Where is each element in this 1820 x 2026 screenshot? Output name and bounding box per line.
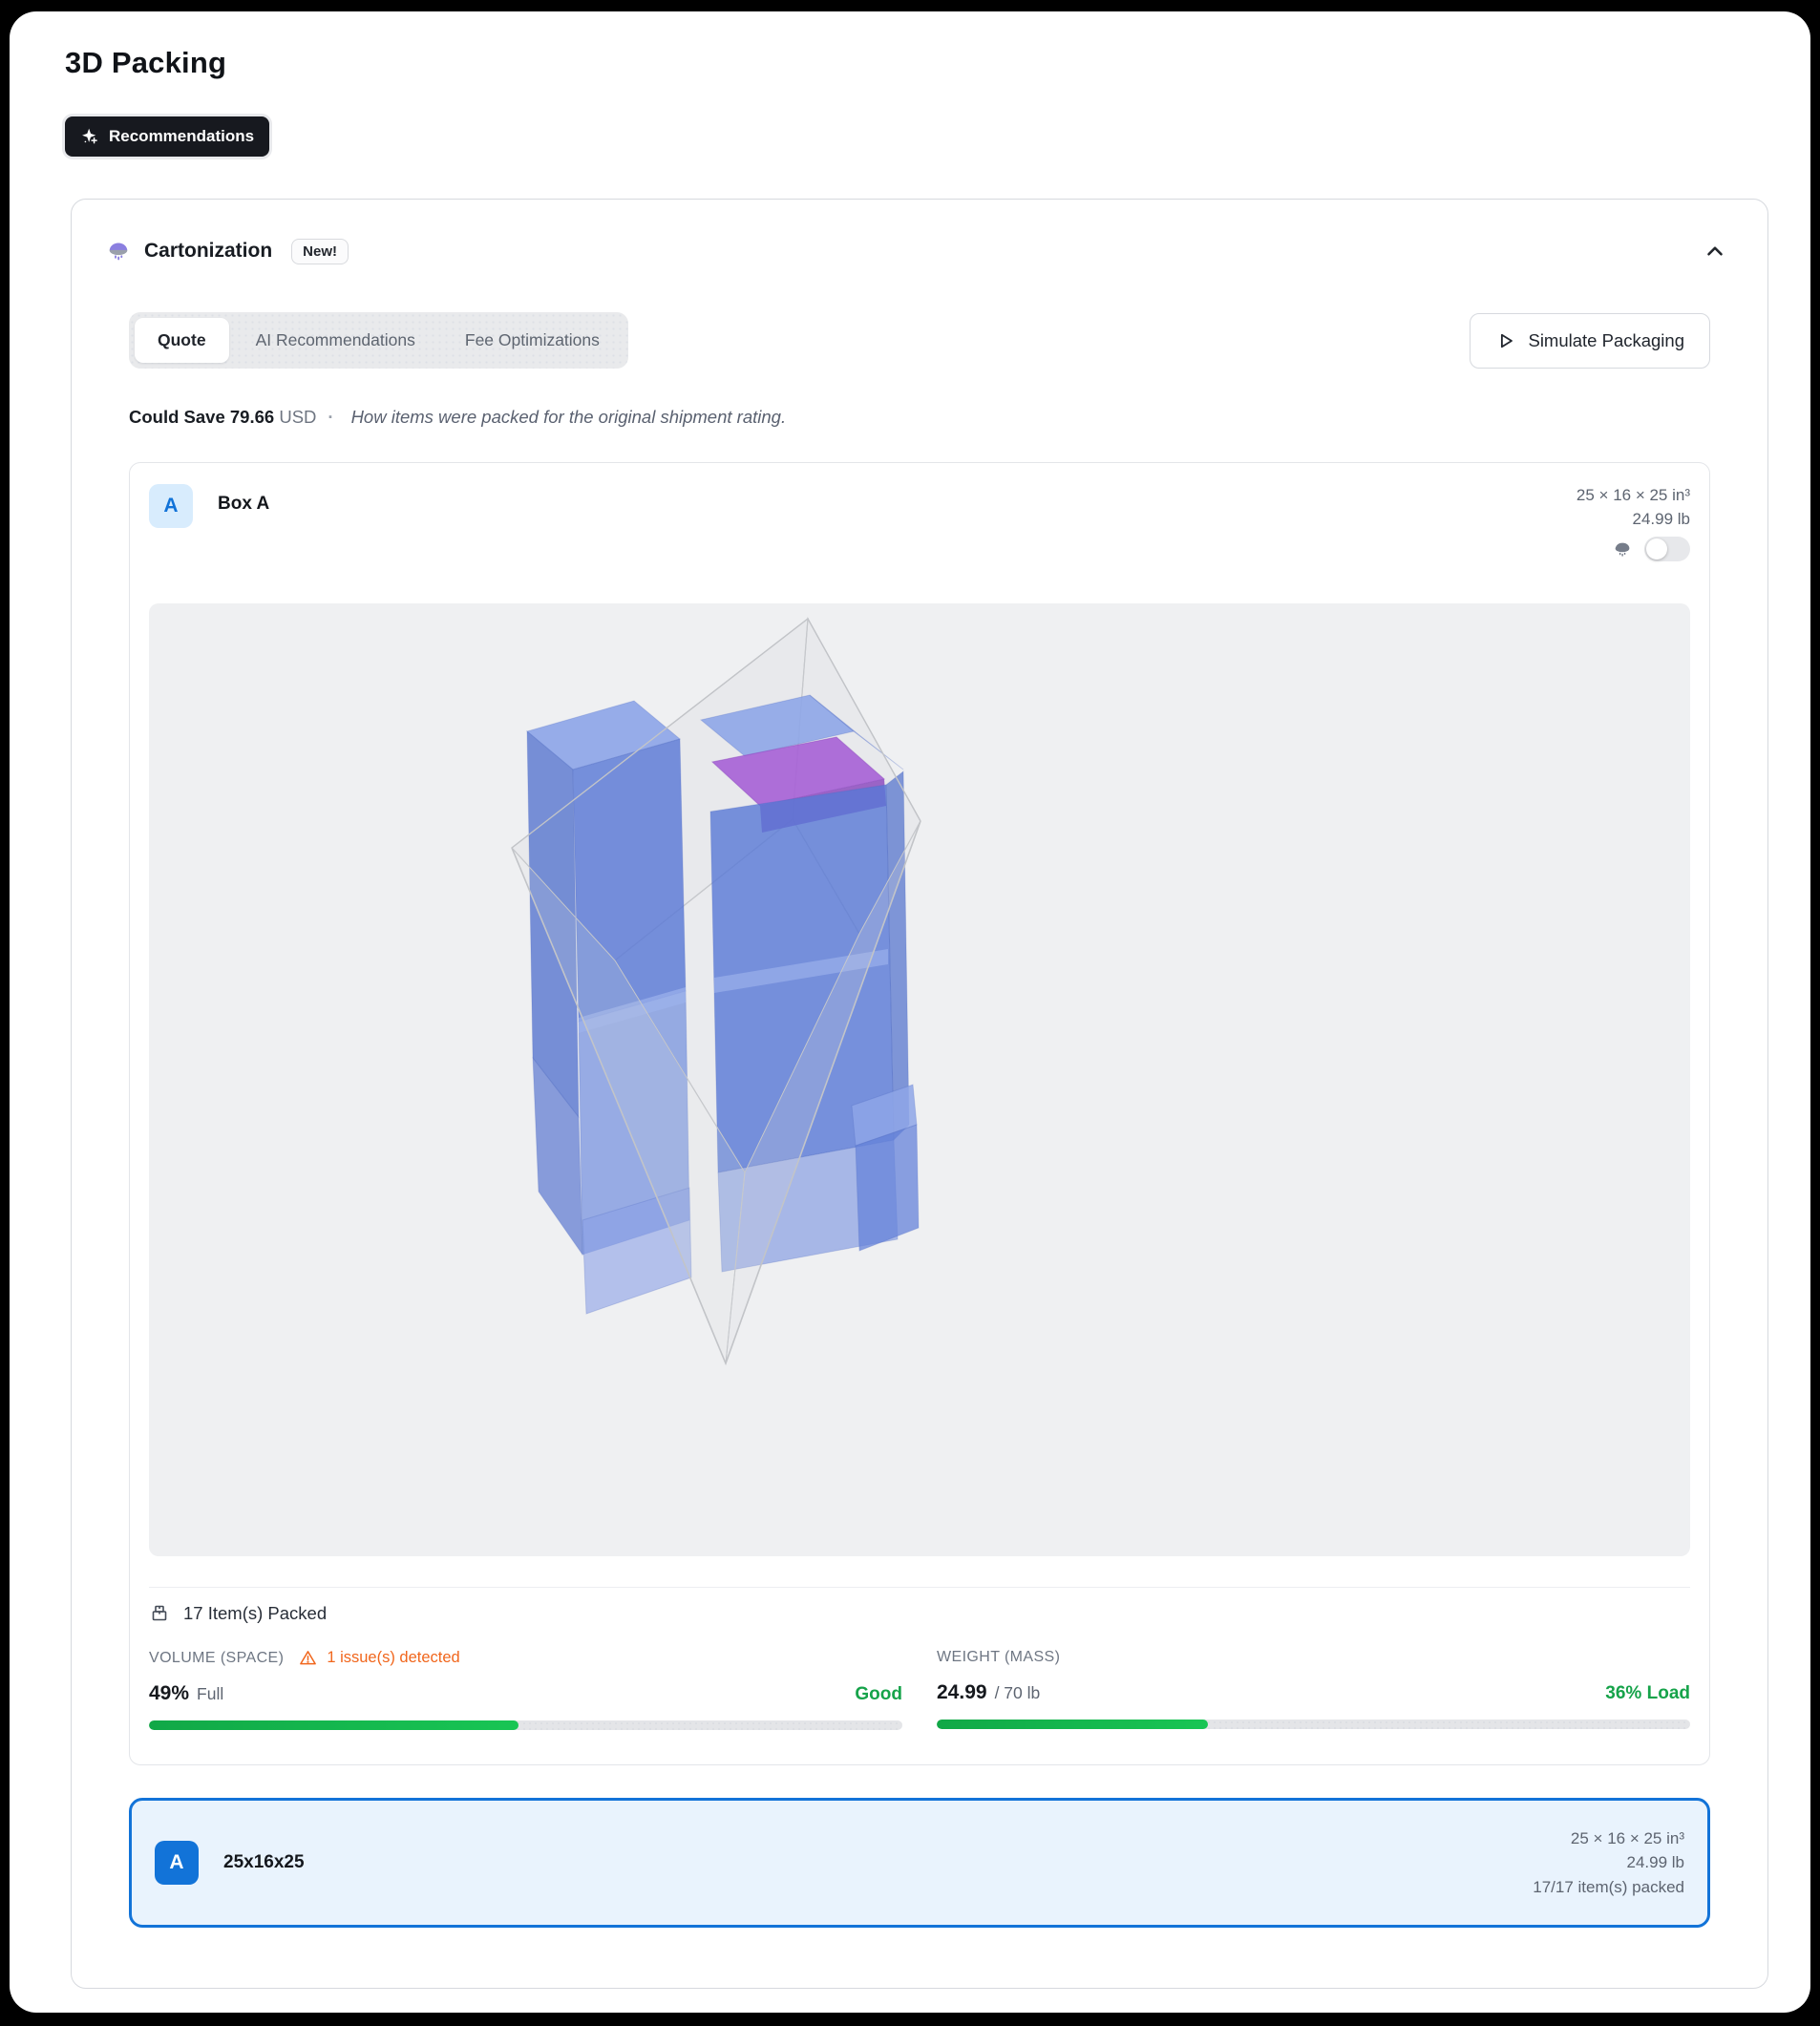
selected-box-name: 25x16x25: [223, 1852, 305, 1873]
chevron-up-icon: [1703, 239, 1727, 264]
screen: { "page": { "title": "3D Packing" }, "to…: [0, 0, 1820, 2026]
volume-progress-track: [149, 1720, 902, 1730]
toggle-knob: [1646, 538, 1667, 559]
page-title: 3D Packing: [65, 46, 226, 80]
footer-divider: [149, 1587, 1690, 1588]
selected-box-weight: 24.99 lb: [1533, 1850, 1684, 1875]
selected-box-packed: 17/17 item(s) packed: [1533, 1875, 1684, 1900]
box-a-toggle-row: [1577, 537, 1690, 561]
box-a-dimensions: 25 × 16 × 25 in³: [1577, 484, 1690, 508]
simulate-packaging-button[interactable]: Simulate Packaging: [1470, 313, 1710, 369]
cloud-rain-icon: [106, 239, 131, 264]
sparkles-icon: [80, 127, 99, 146]
stats-grid: VOLUME (SPACE) 1 issue(s) detected: [149, 1649, 1690, 1730]
warning-triangle-icon: [299, 1649, 317, 1667]
card-body: Quote AI Recommendations Fee Optimizatio…: [129, 312, 1710, 1928]
box-a-weight: 24.99 lb: [1577, 508, 1690, 532]
play-icon: [1495, 330, 1516, 351]
savings-amount: 79.66: [230, 407, 274, 427]
items-packed-label: 17 Item(s) Packed: [183, 1603, 327, 1624]
weight-load: 36% Load: [1605, 1683, 1690, 1704]
box-a-meta: 25 × 16 × 25 in³ 24.99 lb: [1577, 484, 1690, 561]
package-icon: [149, 1603, 170, 1624]
page-panel: 3D Packing Recommendations Cartoniz: [10, 11, 1810, 2013]
savings-row: Could Save 79.66 USD · How items were pa…: [129, 407, 1710, 428]
selected-box-meta: 25 × 16 × 25 in³ 24.99 lb 17/17 item(s) …: [1533, 1826, 1684, 1900]
recommendations-button[interactable]: Recommendations: [65, 116, 269, 157]
cloud-rain-icon: [1612, 538, 1633, 559]
packing-3d-viewport[interactable]: [149, 603, 1690, 1556]
packing-3d-scene: [472, 609, 940, 1382]
volume-label: VOLUME (SPACE): [149, 1650, 284, 1667]
card-title: Cartonization: [144, 240, 272, 263]
volume-stat: VOLUME (SPACE) 1 issue(s) detected: [149, 1649, 902, 1730]
simulate-packaging-label: Simulate Packaging: [1528, 330, 1684, 351]
tab-ai-recommendations[interactable]: AI Recommendations: [233, 318, 438, 363]
selected-box-dimensions: 25 × 16 × 25 in³: [1533, 1826, 1684, 1851]
recommendations-label: Recommendations: [109, 127, 254, 146]
weight-stat: WEIGHT (MASS) 24.99 / 70 lb 36% Load: [937, 1649, 1690, 1730]
collapse-button[interactable]: [1697, 233, 1733, 269]
tab-quote[interactable]: Quote: [135, 318, 229, 363]
selected-box-row[interactable]: A 25x16x25 25 × 16 × 25 in³ 24.99 lb 17/…: [129, 1798, 1710, 1928]
card-header: Cartonization New!: [106, 232, 1733, 270]
selected-box-badge: A: [155, 1841, 199, 1885]
weight-capacity: / 70 lb: [995, 1683, 1041, 1703]
savings-currency: USD: [279, 407, 316, 427]
items-packed-row: 17 Item(s) Packed: [149, 1603, 1690, 1624]
box-a-panel: A Box A 25 × 16 × 25 in³ 24.99 lb: [129, 462, 1710, 1765]
tabbar: Quote AI Recommendations Fee Optimizatio…: [129, 312, 628, 369]
box-a-name: Box A: [218, 494, 269, 515]
weight-progress-track: [937, 1720, 1690, 1729]
cartonization-card: Cartonization New! Quote AI Recommendati…: [71, 199, 1768, 1989]
tab-fee-optimizations[interactable]: Fee Optimizations: [442, 318, 623, 363]
savings-separator: ·: [328, 407, 333, 428]
weight-label: WEIGHT (MASS): [937, 1649, 1060, 1666]
new-badge: New!: [291, 239, 349, 264]
volume-issues: 1 issue(s) detected: [327, 1649, 459, 1667]
volume-progress-fill: [149, 1720, 518, 1730]
volume-percent: 49%: [149, 1682, 189, 1705]
controls-row: Quote AI Recommendations Fee Optimizatio…: [129, 312, 1710, 369]
box-a-header: A Box A 25 × 16 × 25 in³ 24.99 lb: [149, 484, 1690, 584]
savings-label: Could Save: [129, 407, 225, 427]
volume-status: Good: [855, 1684, 902, 1705]
weight-progress-fill: [937, 1720, 1208, 1729]
savings-note: How items were packed for the original s…: [351, 407, 787, 428]
weight-value: 24.99: [937, 1681, 987, 1704]
volume-suffix: Full: [197, 1684, 223, 1704]
box-a-toggle[interactable]: [1644, 537, 1690, 561]
box-a-badge: A: [149, 484, 193, 528]
